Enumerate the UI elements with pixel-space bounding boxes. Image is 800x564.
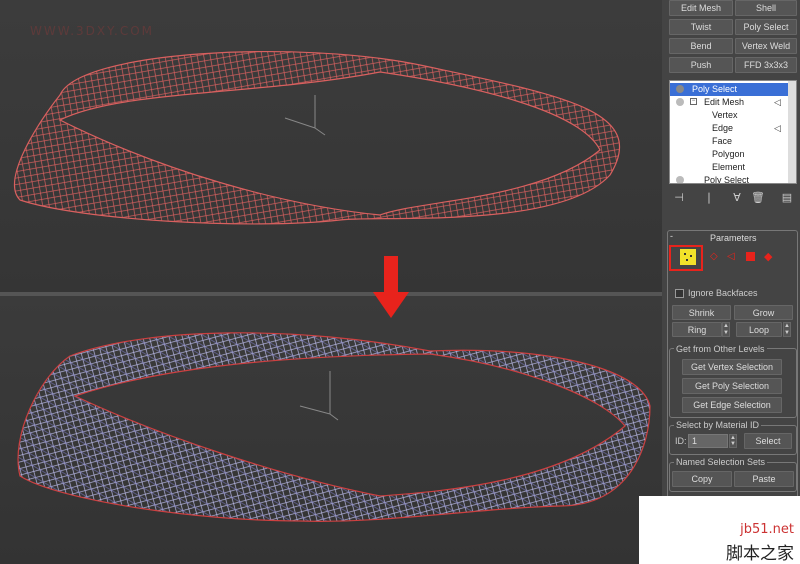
material-id-spinner[interactable]: ▲ ▼ (729, 434, 737, 448)
get-vertex-selection-button[interactable]: Get Vertex Selection (682, 359, 782, 375)
remove-modifier-icon[interactable]: 🗑 (751, 192, 765, 204)
copy-button[interactable]: Copy (672, 471, 732, 487)
stack-item-poly-select[interactable]: Poly Select (670, 83, 788, 96)
ring-button[interactable]: Ring (672, 322, 722, 337)
rollout-toggle-icon[interactable]: - (670, 231, 673, 241)
parameters-title: Parameters (710, 233, 757, 243)
get-poly-selection-button[interactable]: Get Poly Selection (682, 378, 782, 394)
mobius-mesh-red (14, 51, 621, 225)
loop-button[interactable]: Loop (736, 322, 782, 337)
push-button[interactable]: Push (669, 57, 733, 73)
stack-scrollbar[interactable] (788, 81, 796, 183)
arrow-down-icon (373, 256, 409, 318)
stack-item-element[interactable]: Element (670, 161, 788, 174)
ffd-button[interactable]: FFD 3x3x3 (735, 57, 797, 73)
border-level-icon[interactable]: ◁ (727, 251, 735, 262)
named-sets-title: Named Selection Sets (674, 457, 768, 467)
other-levels-title: Get from Other Levels (674, 344, 767, 354)
stack-item-poly-select-2[interactable]: Poly Select (670, 174, 788, 183)
stack-item-face[interactable]: Face (670, 135, 788, 148)
mobius-mesh-blue (17, 332, 651, 522)
material-id-input[interactable]: 1 (688, 434, 728, 448)
lightbulb-icon[interactable] (676, 85, 684, 93)
watermark-text: WWW.3DXY.COM (30, 24, 155, 38)
collapse-icon[interactable]: − (690, 98, 697, 105)
lightbulb-icon[interactable] (676, 98, 684, 106)
material-id-title: Select by Material ID (674, 420, 762, 430)
site-name: 脚本之家 (726, 544, 794, 564)
stack-toolbar: ⊣ ❘ ∀ 🗑 ▤ (669, 188, 797, 210)
triangle-icon: ◁ (774, 123, 781, 133)
modifier-stack[interactable]: Poly Select Edit Mesh − Vertex Edge Face… (669, 80, 797, 184)
make-unique-icon[interactable]: ∀ (731, 192, 743, 204)
ring-spinner[interactable]: ▲ ▼ (722, 322, 730, 337)
shell-button[interactable]: Shell (735, 0, 797, 16)
site-url: jb51.net (740, 522, 794, 537)
id-label: ID: (675, 436, 687, 446)
lightbulb-icon[interactable] (676, 176, 684, 183)
polygon-level-icon[interactable] (746, 252, 755, 261)
triangle-icon: ◁ (774, 97, 781, 107)
get-edge-selection-button[interactable]: Get Edge Selection (682, 397, 782, 413)
ignore-backfaces-label: Ignore Backfaces (688, 288, 758, 298)
paste-button[interactable]: Paste (734, 471, 794, 487)
element-level-icon[interactable]: ◆ (764, 250, 772, 263)
stack-item-edit-mesh[interactable]: Edit Mesh (670, 96, 788, 109)
vertex-weld-button[interactable]: Vertex Weld (735, 38, 797, 54)
loop-spinner[interactable]: ▲ ▼ (783, 322, 791, 337)
stack-item-edge[interactable]: Edge (670, 122, 788, 135)
site-badge: jb51.net 脚本之家 (639, 496, 800, 564)
poly-select-button[interactable]: Poly Select (735, 19, 797, 35)
select-by-id-button[interactable]: Select (744, 433, 792, 449)
shrink-button[interactable]: Shrink (672, 305, 731, 320)
grow-button[interactable]: Grow (734, 305, 793, 320)
vertex-level-icon[interactable] (680, 249, 696, 265)
edge-level-icon[interactable]: ◇ (710, 251, 718, 262)
pin-stack-icon[interactable]: ⊣ (673, 192, 685, 204)
viewport-top[interactable]: WWW.3DXY.COM (0, 0, 662, 292)
twist-button[interactable]: Twist (669, 19, 733, 35)
stack-item-vertex[interactable]: Vertex (670, 109, 788, 122)
show-end-result-icon[interactable]: ❘ (703, 192, 715, 204)
configure-sets-icon[interactable]: ▤ (781, 192, 793, 204)
bend-button[interactable]: Bend (669, 38, 733, 54)
ignore-backfaces-checkbox[interactable] (675, 289, 684, 298)
viewport-bottom[interactable] (0, 296, 662, 564)
stack-item-polygon[interactable]: Polygon (670, 148, 788, 161)
edit-mesh-button[interactable]: Edit Mesh (669, 0, 733, 16)
